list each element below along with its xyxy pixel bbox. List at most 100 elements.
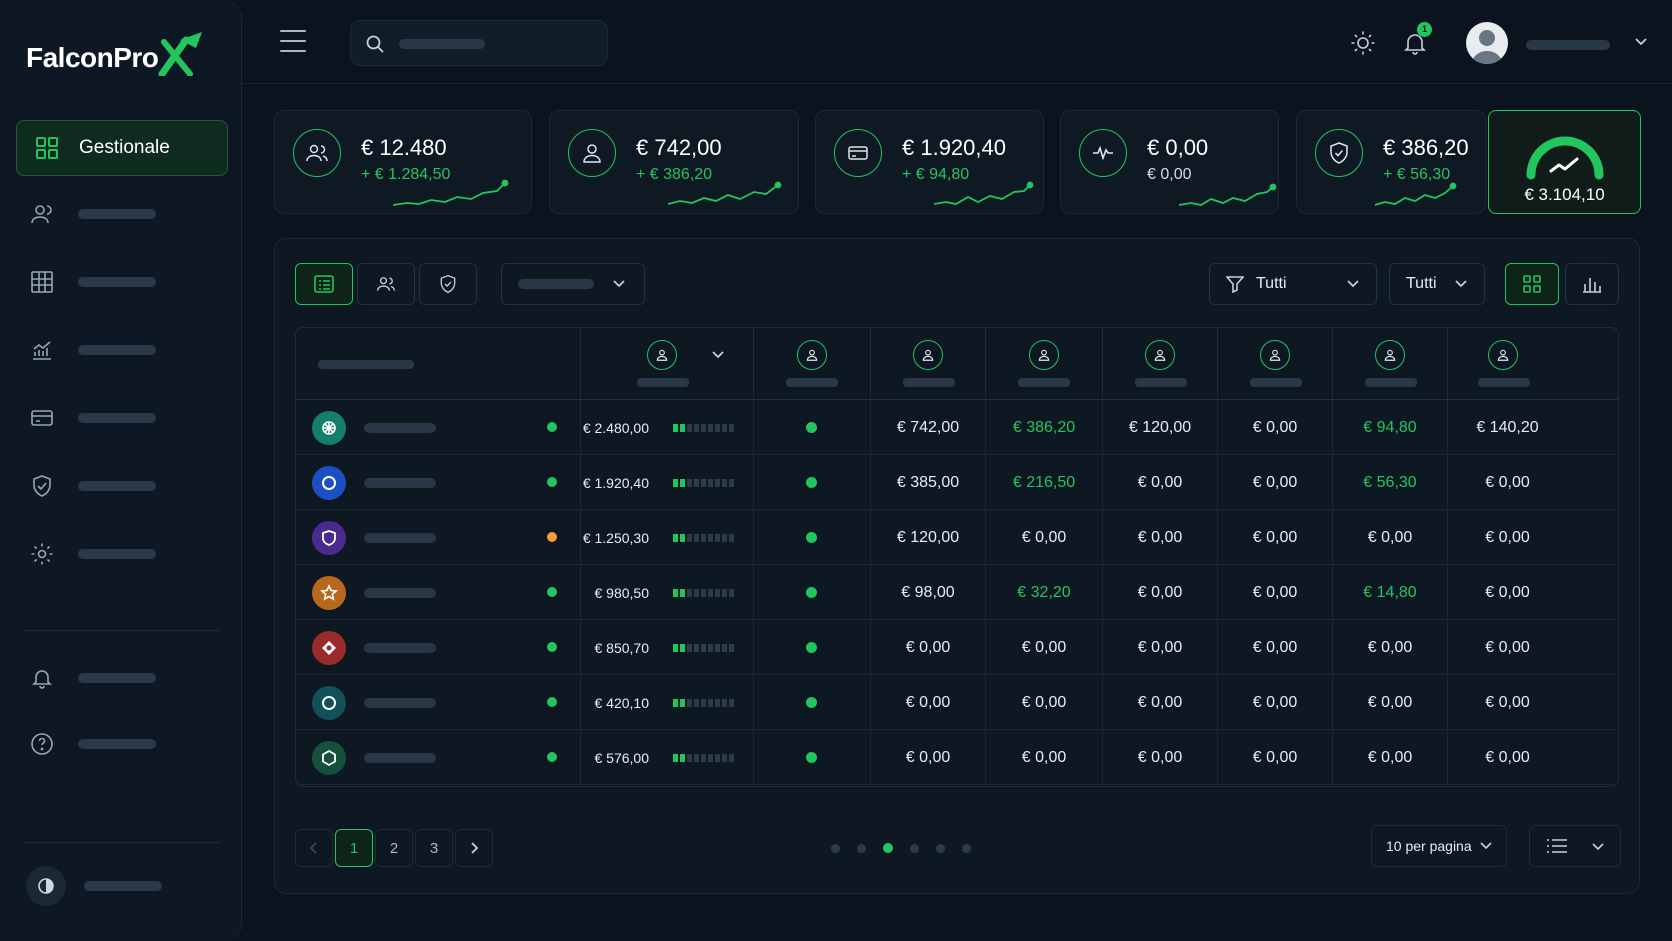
page-button-2[interactable]: 2 bbox=[375, 829, 413, 867]
chart-view-button[interactable] bbox=[1565, 263, 1619, 305]
notifications-button[interactable]: 1 bbox=[1398, 22, 1432, 60]
next-page-button[interactable] bbox=[455, 829, 493, 867]
amount-value: € 420,10 bbox=[594, 694, 650, 711]
shield-check-icon bbox=[33, 475, 51, 497]
page-dot[interactable] bbox=[831, 843, 840, 853]
table-row[interactable]: € 420,10 € 0,00 € 0,00 € 0,00 € 0,00 € 0,00 € … bbox=[296, 675, 1618, 730]
value-cell: € 0,00 bbox=[985, 730, 1102, 785]
kpi-card[interactable]: € 742,00 + € 386,20 bbox=[549, 110, 799, 214]
table-row[interactable]: € 1.250,30 € 120,00 € 0,00 € 0,00 € 0,00 € 0,… bbox=[296, 510, 1618, 565]
sidebar-item-tables[interactable] bbox=[30, 262, 220, 302]
value-cell: € 98,00 bbox=[870, 565, 985, 620]
kpi-card[interactable]: € 1.920,40 + € 94,80 bbox=[815, 110, 1044, 214]
category-select[interactable] bbox=[501, 263, 645, 305]
progress-bar bbox=[673, 479, 734, 487]
sidebar: FalconPro Gestionale bbox=[0, 0, 242, 941]
value-cell: € 0,00 bbox=[1447, 565, 1567, 620]
user-name-placeholder[interactable] bbox=[1526, 40, 1610, 50]
sidebar-divider bbox=[24, 630, 220, 631]
page-dot[interactable] bbox=[962, 843, 971, 853]
kpi-value: € 12.480 bbox=[361, 135, 447, 160]
kpi-card[interactable]: € 12.480 + € 1.284,50 bbox=[274, 110, 532, 214]
view-users-button[interactable] bbox=[357, 263, 415, 305]
table-row[interactable]: € 980,50 € 98,00 € 32,20 € 0,00 € 0,00 € 14,8… bbox=[296, 565, 1618, 620]
brand-logo[interactable]: FalconPro bbox=[26, 32, 206, 84]
status-dot bbox=[547, 752, 557, 762]
sidebar-item-help[interactable] bbox=[30, 724, 220, 764]
kpi-gauge-card[interactable]: € 3.104,10 bbox=[1488, 110, 1641, 214]
sidebar-item-settings[interactable] bbox=[30, 534, 220, 574]
grid-view-button[interactable] bbox=[1505, 263, 1559, 305]
view-security-button[interactable] bbox=[419, 263, 477, 305]
column-header[interactable] bbox=[1217, 328, 1332, 400]
filter-select[interactable]: Tutti bbox=[1209, 263, 1377, 305]
column-header[interactable] bbox=[580, 328, 753, 400]
column-header[interactable] bbox=[753, 328, 870, 400]
page-dot[interactable] bbox=[857, 843, 866, 853]
table-row[interactable]: € 1.920,40 € 385,00 € 216,50 € 0,00 € 0,00 € … bbox=[296, 455, 1618, 510]
search-box[interactable] bbox=[350, 20, 608, 66]
sidebar-item-payments[interactable] bbox=[30, 398, 220, 438]
column-header[interactable] bbox=[985, 328, 1102, 400]
user-icon bbox=[1375, 340, 1405, 370]
chevron-left-icon bbox=[310, 842, 317, 854]
hexagon-icon bbox=[312, 741, 346, 775]
sidebar-item-analytics[interactable] bbox=[30, 330, 220, 370]
kpi-card[interactable]: € 386,20 + € 56,30 bbox=[1296, 110, 1486, 214]
card-icon bbox=[31, 410, 53, 426]
menu-toggle-icon[interactable] bbox=[280, 30, 306, 52]
table-row[interactable]: € 2.480,00 € 742,00 € 386,20 € 120,00 € 0,00… bbox=[296, 400, 1618, 455]
ring-icon bbox=[312, 466, 346, 500]
density-select[interactable] bbox=[1529, 825, 1621, 867]
sidebar-item-gestionale[interactable]: Gestionale bbox=[16, 120, 228, 176]
page-dot[interactable] bbox=[936, 843, 945, 853]
view-list-button[interactable] bbox=[295, 263, 353, 305]
sidebar-divider bbox=[24, 842, 220, 843]
status-dot bbox=[547, 422, 557, 432]
topbar: 1 bbox=[242, 0, 1672, 84]
status-cell bbox=[753, 675, 870, 730]
column-header[interactable] bbox=[1332, 328, 1447, 400]
progress-bar bbox=[673, 589, 734, 597]
users-icon bbox=[293, 129, 341, 177]
column-header[interactable] bbox=[1102, 328, 1217, 400]
theme-toggle[interactable] bbox=[26, 866, 216, 906]
gauge-value: € 3.104,10 bbox=[1524, 185, 1605, 204]
value-cell: € 0,00 bbox=[985, 510, 1102, 565]
avatar[interactable] bbox=[1466, 22, 1508, 64]
column-header[interactable] bbox=[870, 328, 985, 400]
sparkline bbox=[1179, 183, 1277, 206]
page-dot[interactable] bbox=[883, 843, 893, 853]
page-dot[interactable] bbox=[910, 843, 919, 853]
chevron-down-icon[interactable] bbox=[711, 350, 725, 360]
value-cell: € 386,20 bbox=[985, 400, 1102, 455]
value-cell: € 0,00 bbox=[870, 730, 985, 785]
chevron-down-icon[interactable] bbox=[1634, 37, 1648, 47]
list-icon bbox=[314, 275, 334, 293]
progress-bar bbox=[673, 534, 734, 542]
value-cell: € 94,80 bbox=[1332, 400, 1447, 455]
value-cell: € 0,00 bbox=[985, 675, 1102, 730]
list-lines-icon bbox=[1547, 839, 1567, 853]
sidebar-item-security[interactable] bbox=[30, 466, 220, 506]
sidebar-item-users[interactable] bbox=[30, 194, 220, 234]
status-dot bbox=[547, 587, 557, 597]
chevron-down-icon bbox=[1592, 843, 1604, 851]
column-header-name[interactable] bbox=[318, 360, 414, 369]
sidebar-item-notifications[interactable] bbox=[30, 658, 220, 698]
page-button-3[interactable]: 3 bbox=[415, 829, 453, 867]
filter-icon bbox=[1226, 276, 1244, 293]
per-page-select[interactable]: 10 per pagina bbox=[1371, 825, 1507, 867]
table-row[interactable]: € 850,70 € 0,00 € 0,00 € 0,00 € 0,00 € 0,00 € … bbox=[296, 620, 1618, 675]
theme-sun-button[interactable] bbox=[1346, 26, 1380, 60]
row-name-placeholder bbox=[364, 533, 436, 543]
status-select[interactable]: Tutti bbox=[1389, 263, 1485, 305]
page-button-1[interactable]: 1 bbox=[335, 829, 373, 867]
column-header[interactable] bbox=[1447, 328, 1558, 400]
prev-page-button[interactable] bbox=[295, 829, 333, 867]
kpi-card[interactable]: € 0,00 € 0,00 bbox=[1060, 110, 1279, 214]
value-cell: € 0,00 bbox=[1447, 510, 1567, 565]
per-page-value: 10 per pagina bbox=[1386, 838, 1472, 854]
table-row[interactable]: € 576,00 € 0,00 € 0,00 € 0,00 € 0,00 € 0,00 € … bbox=[296, 730, 1618, 785]
amount-value: € 980,50 bbox=[594, 584, 650, 601]
